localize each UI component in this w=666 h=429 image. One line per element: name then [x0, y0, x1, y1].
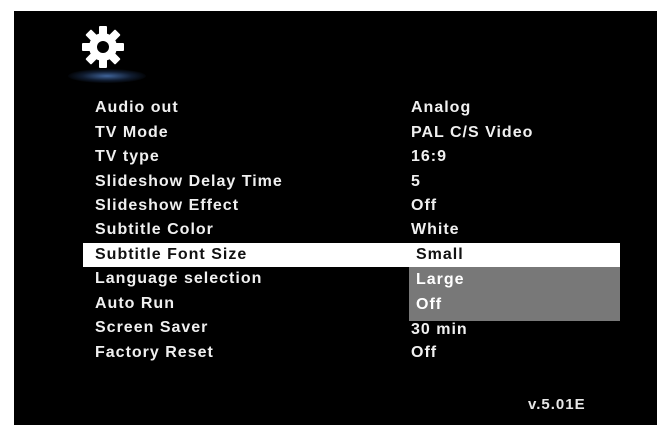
setting-audio-out[interactable]: Audio out [83, 96, 343, 120]
setting-screen-saver[interactable]: Screen Saver [83, 316, 343, 340]
setting-label: TV type [95, 148, 160, 165]
setting-value-slideshow-effect: Off [411, 197, 438, 214]
setting-label: TV Mode [95, 124, 169, 141]
setting-label: Auto Run [95, 295, 175, 312]
setting-tv-type[interactable]: TV type [83, 145, 343, 169]
setting-label: Subtitle Color [95, 221, 214, 238]
font-size-dropdown[interactable]: Small Large Off [409, 243, 620, 321]
dropdown-option-label: Large [416, 271, 465, 288]
dropdown-option-off[interactable]: Off [409, 293, 620, 317]
setting-value-slideshow-delay-time: 5 [411, 173, 421, 190]
dropdown-option-label: Small [416, 246, 464, 263]
setting-value-factory-reset: Off [411, 344, 438, 361]
dropdown-option-label: Off [416, 296, 443, 313]
setting-label: Screen Saver [95, 319, 209, 336]
setting-value-audio-out: Analog [411, 99, 472, 116]
setting-label: Factory Reset [95, 344, 214, 361]
setting-value-subtitle-color: White [411, 221, 460, 238]
setting-label: Slideshow Delay Time [95, 173, 283, 190]
setting-subtitle-color[interactable]: Subtitle Color [83, 218, 343, 242]
settings-screen: Audio out Analog TV Mode PAL C/S Video T… [14, 11, 657, 425]
gear-glow [68, 69, 146, 83]
setting-auto-run[interactable]: Auto Run [83, 292, 343, 316]
setting-language-selection[interactable]: Language selection [83, 267, 343, 291]
setting-value-tv-type: 16:9 [411, 148, 448, 165]
version-label: v.5.01E [528, 396, 586, 413]
setting-slideshow-effect[interactable]: Slideshow Effect [83, 194, 343, 218]
dropdown-option-small[interactable]: Small [409, 243, 620, 267]
dropdown-option-large[interactable]: Large [409, 268, 620, 292]
setting-label: Audio out [95, 99, 179, 116]
gear-icon [82, 26, 124, 68]
setting-value-screen-saver: 30 min [411, 321, 468, 338]
setting-subtitle-font-size[interactable]: Subtitle Font Size [83, 243, 422, 267]
setting-slideshow-delay-time[interactable]: Slideshow Delay Time [83, 170, 343, 194]
setting-label: Subtitle Font Size [95, 246, 248, 263]
setting-label: Language selection [95, 270, 263, 287]
setting-factory-reset[interactable]: Factory Reset [83, 341, 343, 365]
setting-label: Slideshow Effect [95, 197, 240, 214]
setting-value-tv-mode: PAL C/S Video [411, 124, 534, 141]
setting-tv-mode[interactable]: TV Mode [83, 121, 343, 145]
